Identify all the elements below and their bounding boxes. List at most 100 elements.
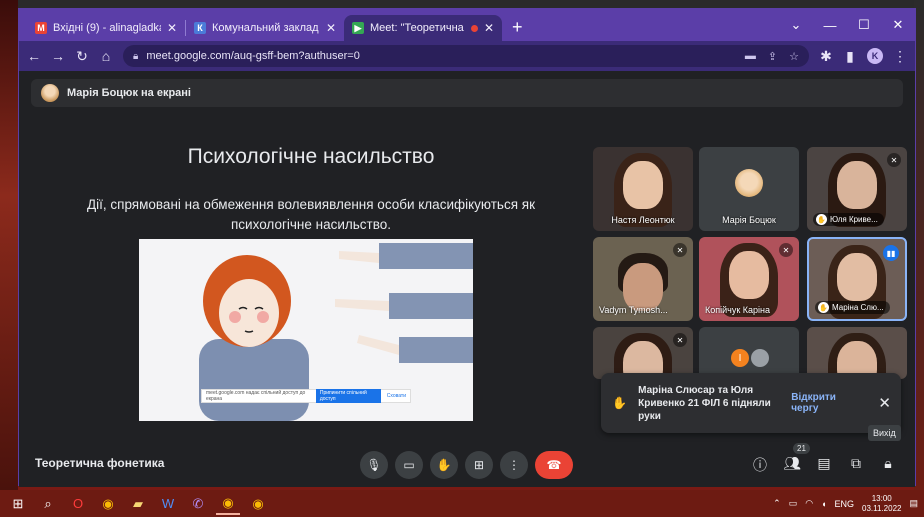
forward-icon[interactable]: → (51, 48, 65, 64)
activities-icon[interactable]: ⧉ (846, 455, 866, 472)
extensions-icon[interactable]: ✱ (819, 48, 833, 65)
tab-title: Meet: "Теоретична фонетик (370, 22, 465, 34)
browser-toolbar: ← → ↻ ⌂ 🔒︎ meet.google.com/auq-gsff-bem?… (19, 41, 915, 71)
viber-icon[interactable]: ✆ (186, 493, 210, 515)
participant-name: Маріна Слю... (832, 303, 884, 312)
participant-name: Юля Криве... (830, 215, 878, 224)
tab-college[interactable]: К Комунальний заклад вищої осв ✕ (186, 15, 344, 41)
shared-slide: Психологічне насильство Дії, спрямовані … (31, 119, 591, 433)
mic-off-icon: ✕ (673, 243, 687, 257)
language-indicator[interactable]: ENG (835, 499, 855, 509)
site-icon: К (194, 22, 206, 34)
participant-face (729, 251, 769, 299)
minimize-button[interactable]: — (813, 18, 847, 33)
lock-icon: 🔒︎ (133, 50, 139, 62)
chrome-icon[interactable]: ◉ (96, 493, 120, 515)
recording-dot-icon (470, 24, 478, 32)
speaking-indicator-icon: ▮▮ (883, 245, 899, 261)
menu-kebab-icon[interactable]: ⋮ (893, 48, 907, 65)
tab-meet[interactable]: ▶ Meet: "Теоретична фонетик ✕ (344, 15, 502, 41)
avatar: І (731, 349, 749, 367)
home-icon[interactable]: ⌂ (99, 48, 113, 64)
close-window-button[interactable]: ✕ (881, 17, 915, 33)
hand-icon: ✋ (816, 214, 827, 225)
presenting-label: Марія Боцюк на екрані (67, 87, 191, 99)
gmail-icon: M (35, 22, 47, 34)
participant-tile[interactable]: Настя Леонтюк (593, 147, 693, 231)
people-count-badge: 21 (793, 443, 810, 454)
windows-taskbar: ⊞ ⌕ O ◉ ▰ W ✆ ◉ ◉ ⌃ ▭ ◠ ◖ ENG 13:00 03.1… (0, 490, 924, 517)
close-icon[interactable]: ✕ (878, 394, 891, 412)
chrome-active-icon[interactable]: ◉ (216, 493, 240, 515)
presenting-banner: Марія Боцюк на екрані (31, 79, 903, 107)
wifi-icon[interactable]: ◠ (805, 498, 813, 509)
participant-tile-speaking[interactable]: ▮▮ ✋ Маріна Слю... (807, 237, 907, 321)
reload-icon[interactable]: ↻ (75, 48, 89, 65)
opera-icon[interactable]: O (66, 493, 90, 515)
raised-hand-label: ✋ Юля Криве... (813, 213, 884, 226)
participant-tile[interactable] (807, 327, 907, 379)
chevron-up-icon[interactable]: ⌃ (773, 498, 781, 509)
avatar (735, 169, 763, 197)
close-icon[interactable]: ✕ (484, 21, 494, 35)
close-tooltip: Вихід (868, 425, 901, 441)
meeting-title: Теоретична фонетика (35, 456, 165, 470)
bookmark-star-icon[interactable]: ☆ (789, 50, 799, 63)
window-controls: ⌄ — ☐ ✕ (779, 9, 915, 41)
hide-share-bar-button[interactable]: Сховати (387, 393, 406, 399)
meet-icon: ▶ (352, 22, 364, 34)
participant-tile[interactable]: ✕ (593, 327, 693, 379)
share-icon[interactable]: ⇪ (768, 50, 777, 63)
close-icon[interactable]: ✕ (167, 21, 177, 35)
meeting-info-icon[interactable]: ⓘ (750, 455, 770, 475)
search-icon[interactable]: ⌕ (36, 493, 60, 515)
profile-avatar[interactable]: K (867, 48, 883, 64)
participant-face (837, 253, 877, 301)
start-button[interactable]: ⊞ (6, 493, 30, 515)
tab-gmail[interactable]: M Вхідні (9) - alinagladka@vgpk.ed ✕ (27, 15, 185, 41)
maximize-button[interactable]: ☐ (847, 17, 881, 33)
back-icon[interactable]: ← (27, 48, 41, 64)
chevron-down-icon[interactable]: ⌄ (779, 17, 813, 33)
stop-sharing-button[interactable]: Припинити спільний доступ (315, 389, 381, 403)
host-controls-icon[interactable]: 🔒︎ (878, 455, 898, 472)
new-tab-button[interactable]: + (502, 17, 533, 41)
battery-icon[interactable]: ▭ (789, 498, 798, 509)
open-queue-button[interactable]: Відкрити чергу (791, 392, 862, 414)
toast-message: Маріна Слюсар та Юля Кривенко 21 ФІЛ 6 п… (638, 384, 771, 422)
participant-tile[interactable]: ✕ ✋ Юля Криве... (807, 147, 907, 231)
share-bar-text: meet.google.com надає спільний доступ до… (206, 390, 306, 402)
file-explorer-icon[interactable]: ▰ (126, 493, 150, 515)
participant-face (623, 263, 663, 311)
side-panel-icon[interactable]: ▮ (843, 48, 857, 65)
end-call-button[interactable]: ☎ (535, 451, 573, 479)
more-options-button[interactable]: ⋮ (500, 451, 528, 479)
participant-tile[interactable]: Марія Боцюк (699, 147, 799, 231)
notifications-icon[interactable]: ▤ (909, 498, 918, 509)
volume-icon[interactable]: ◖ (821, 499, 826, 509)
camera-icon[interactable]: ▬ (745, 50, 756, 63)
present-screen-button[interactable]: ⊞ (465, 451, 493, 479)
camera-button[interactable]: ▭ (395, 451, 423, 479)
slide-body-text: Дії, спрямовані на обмеження волевиявлен… (87, 197, 535, 232)
omnibox-actions: ▬ ⇪ ☆ (745, 50, 799, 63)
participant-tile[interactable]: ✕ Vadym Tymosh... (593, 237, 693, 321)
system-tray: ⌃ ▭ ◠ ◖ ENG 13:00 03.11.2022 ▤ (773, 494, 918, 514)
participant-tile[interactable]: І (699, 327, 799, 379)
people-icon[interactable]: 👥︎ (782, 455, 802, 472)
raise-hand-button[interactable]: ✋ (430, 451, 458, 479)
slide-illustration: meet.google.com надає спільний доступ до… (139, 239, 473, 421)
close-icon[interactable]: ✕ (326, 21, 336, 35)
participant-tile[interactable]: ✕ Копійчук Каріна (699, 237, 799, 321)
clock[interactable]: 13:00 03.11.2022 (862, 494, 901, 514)
chat-icon[interactable]: ▤ (814, 455, 834, 472)
slide-title: Психологічне насильство (187, 145, 435, 168)
chrome-icon[interactable]: ◉ (246, 493, 270, 515)
presenter-avatar (41, 84, 59, 102)
word-icon[interactable]: W (156, 493, 180, 515)
microphone-button[interactable]: 🎙︎ (360, 451, 388, 479)
screen-share-bar: meet.google.com надає спільний доступ до… (201, 389, 411, 403)
address-bar[interactable]: 🔒︎ meet.google.com/auq-gsff-bem?authuser… (123, 45, 809, 67)
mic-off-icon: ✕ (779, 243, 793, 257)
clock-date: 03.11.2022 (862, 503, 902, 513)
